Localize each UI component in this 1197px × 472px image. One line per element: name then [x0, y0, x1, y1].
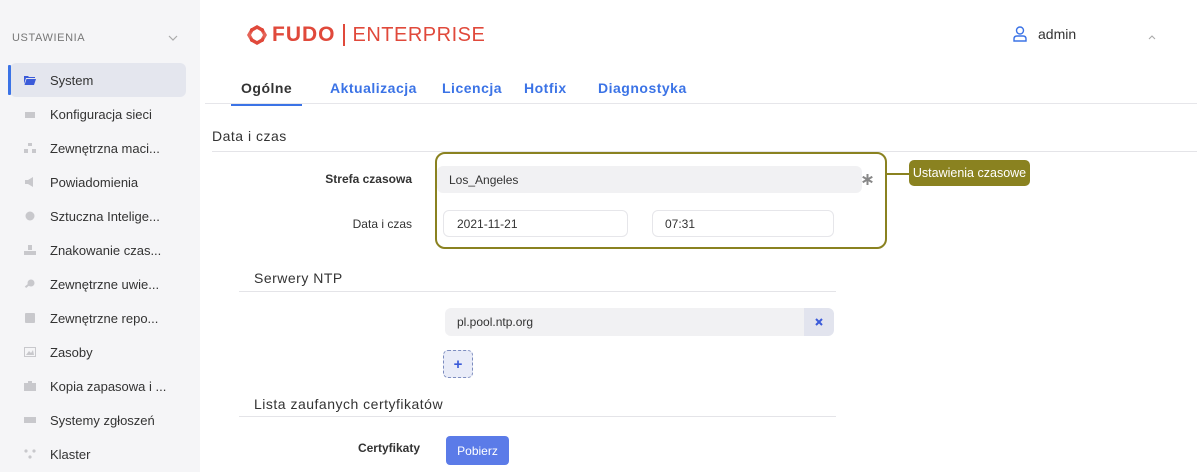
sidebar-item-label: Zewnętrzne uwie... [50, 276, 160, 292]
timezone-label: Strefa czasowa [325, 172, 412, 186]
logo-divider [342, 24, 345, 46]
logo-text: FUDO [272, 23, 336, 46]
chevron-up-icon[interactable] [1147, 33, 1157, 41]
sidebar-item-zewnetrzne-uwierzytelnianie[interactable]: Zewnętrzne uwie... [0, 267, 200, 301]
fudo-logo: FUDO ENTERPRISE [246, 22, 485, 48]
sidebar-item-klaster[interactable]: Klaster [0, 437, 200, 471]
brain-icon [25, 211, 35, 221]
cluster-icon [24, 449, 36, 459]
section-title-certs: Lista zaufanych certyfikatów [254, 396, 444, 412]
add-ntp-button[interactable]: + [443, 350, 473, 378]
network-icon [25, 112, 35, 118]
sidebar-header[interactable]: USTAWIENIA [12, 20, 192, 56]
sidebar-item-zewnetrzne-repozytorium[interactable]: Zewnętrzne repo... [0, 301, 200, 335]
tab-ogolne[interactable]: Ogólne [230, 80, 303, 106]
sidebar-item-label: System [50, 72, 94, 88]
section-title-ntp: Serwery NTP [254, 270, 343, 286]
annotation-callout: Ustawienia czasowe [909, 160, 1030, 186]
sidebar-item-zasoby[interactable]: Zasoby [0, 335, 200, 369]
stamp-icon [24, 245, 36, 255]
remove-ntp-button[interactable] [804, 308, 834, 336]
section-title-datetime: Data i czas [212, 128, 287, 144]
certs-label: Certyfikaty [357, 441, 420, 455]
tab-aktualizacja[interactable]: Aktualizacja [330, 80, 417, 96]
sidebar-item-label: Konfiguracja sieci [50, 106, 152, 122]
sidebar-item-znakowanie-czasem[interactable]: Znakowanie czas... [0, 233, 200, 267]
folder-icon [24, 76, 36, 85]
archive-icon [25, 313, 35, 323]
section-divider [239, 291, 836, 292]
ticket-icon [24, 417, 36, 423]
user-icon [1013, 26, 1027, 42]
annotation-connector [887, 173, 909, 175]
sidebar-item-label: Powiadomienia [50, 174, 139, 190]
tab-licencja[interactable]: Licencja [442, 80, 502, 96]
sidebar-item-systemy-zgloszen[interactable]: Systemy zgłoszeń [0, 403, 200, 437]
download-button-label: Pobierz [457, 443, 498, 458]
tab-bar: Ogólne Aktualizacja Licencja Hotfix Diag… [205, 70, 1197, 106]
sidebar-item-label: Sztuczna Intelige... [50, 208, 160, 224]
sidebar-item-label: Zewnętrzne repo... [50, 310, 159, 326]
sidebar-item-system[interactable]: System [8, 63, 186, 97]
image-icon [24, 347, 36, 357]
callout-text: Ustawienia czasowe [912, 166, 1027, 180]
close-icon [815, 318, 823, 326]
megaphone-icon [25, 177, 33, 187]
sidebar-item-label: Klaster [50, 446, 91, 462]
username: admin [1038, 26, 1077, 42]
sidebar-item-zewnetrzna-macierz[interactable]: Zewnętrzna maci... [0, 131, 200, 165]
ntp-server-value: pl.pool.ntp.org [457, 315, 534, 329]
sidebar-item-kopia-zapasowa[interactable]: Kopia zapasowa i ... [0, 369, 200, 403]
chevron-down-icon [168, 35, 178, 41]
sidebar-menu: System Konfiguracja sieci Zewnętrzna mac… [0, 63, 200, 471]
user-menu[interactable]: admin [1013, 26, 1076, 42]
tab-diagnostyka[interactable]: Diagnostyka [598, 80, 687, 96]
sitemap-icon [24, 143, 36, 153]
download-button[interactable]: Pobierz [446, 436, 509, 465]
key-icon [24, 279, 35, 289]
briefcase-icon [24, 381, 36, 391]
sidebar-item-powiadomienia[interactable]: Powiadomienia [0, 165, 200, 199]
fudo-logo-icon [247, 25, 267, 45]
date-label: Data i czas [352, 217, 412, 231]
sidebar-item-sztuczna-inteligencja[interactable]: Sztuczna Intelige... [0, 199, 200, 233]
plus-icon: + [453, 355, 463, 373]
section-divider [239, 416, 836, 417]
sidebar: USTAWIENIA System Konfiguracja sieci Zew… [0, 0, 200, 472]
logo-subtext: ENTERPRISE [352, 23, 486, 46]
tab-hotfix[interactable]: Hotfix [524, 80, 567, 96]
sidebar-item-label: Kopia zapasowa i ... [50, 378, 167, 394]
sidebar-item-label: Znakowanie czas... [50, 242, 162, 258]
sidebar-item-label: Zasoby [50, 344, 93, 360]
annotation-highlight [435, 152, 887, 249]
sidebar-item-label: Zewnętrzna maci... [50, 140, 160, 156]
sidebar-title: USTAWIENIA [12, 32, 86, 44]
sidebar-item-label: Systemy zgłoszeń [50, 412, 155, 428]
ntp-server-input[interactable]: pl.pool.ntp.org [445, 308, 805, 336]
sidebar-item-konfiguracja-sieci[interactable]: Konfiguracja sieci [0, 97, 200, 131]
